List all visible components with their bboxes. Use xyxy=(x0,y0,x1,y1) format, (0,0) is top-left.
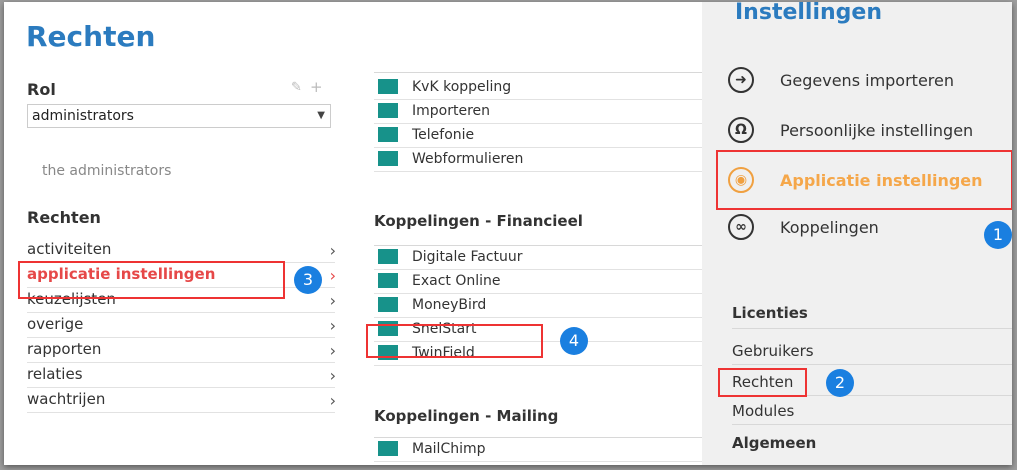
permission-toggle[interactable] xyxy=(378,151,398,166)
rights-heading: Rechten xyxy=(27,208,101,227)
add-plus-icon[interactable]: + xyxy=(310,78,323,96)
chevron-right-icon: › xyxy=(329,366,336,385)
licenties-heading: Licenties xyxy=(732,304,1012,329)
permission-label: Telefonie xyxy=(412,127,475,143)
rights-item-label: relaties xyxy=(27,365,83,383)
chevron-right-icon: › xyxy=(329,291,336,310)
group-heading-financieel: Koppelingen - Financieel xyxy=(374,212,583,230)
permission-toggle[interactable] xyxy=(378,79,398,94)
rights-item-label: rapporten xyxy=(27,340,102,358)
permission-item[interactable]: MailChimp xyxy=(374,438,702,462)
permission-item[interactable]: Exact Online xyxy=(374,270,702,294)
permissions-top-list: KvK koppeling Importeren Telefonie Webfo… xyxy=(374,76,702,172)
callout-badge-2: 2 xyxy=(826,369,854,397)
permission-toggle[interactable] xyxy=(378,297,398,312)
rol-select-value: administrators xyxy=(32,108,134,124)
settings-item-label: Gegevens importeren xyxy=(780,71,954,90)
permission-label: Webformulieren xyxy=(412,151,524,167)
page-title: Rechten xyxy=(26,20,156,53)
chevron-down-icon: ▼ xyxy=(317,110,325,121)
algemeen-heading: Algemeen xyxy=(732,434,817,452)
permission-item[interactable]: Telefonie xyxy=(374,124,702,148)
licenties-link-gebruikers[interactable]: Gebruikers xyxy=(732,342,1012,365)
rights-item-activiteiten[interactable]: activiteiten › xyxy=(27,238,336,263)
rol-select[interactable]: administrators ▼ xyxy=(27,104,331,128)
callout-badge-4: 4 xyxy=(560,327,588,355)
permission-label: Importeren xyxy=(412,103,491,119)
permission-toggle[interactable] xyxy=(378,273,398,288)
permission-label: MailChimp xyxy=(412,441,486,457)
permission-item[interactable]: Webformulieren xyxy=(374,148,702,172)
user-circle-icon: Ω xyxy=(728,117,754,143)
rights-item-wachtrijen[interactable]: wachtrijen › xyxy=(27,388,336,413)
rights-item-overige[interactable]: overige › xyxy=(27,313,336,338)
permission-label: KvK koppeling xyxy=(412,79,512,95)
permission-toggle[interactable] xyxy=(378,127,398,142)
settings-title: Instellingen xyxy=(735,2,882,25)
group-heading-mailing: Koppelingen - Mailing xyxy=(374,407,559,425)
settings-panel: Instellingen ➜ Gegevens importeren Ω Per… xyxy=(702,2,1012,465)
permission-item[interactable]: Digitale Factuur xyxy=(374,246,702,270)
permission-label: Digitale Factuur xyxy=(412,249,523,265)
arrow-right-circle-icon: ➜ xyxy=(728,67,754,93)
highlight-box-applicatie-instellingen-panel xyxy=(716,150,1012,210)
divider xyxy=(374,72,702,73)
link-circle-icon: ∞ xyxy=(728,214,754,240)
permission-toggle[interactable] xyxy=(378,103,398,118)
permission-item[interactable]: KvK koppeling xyxy=(374,76,702,100)
rol-description: the administrators xyxy=(42,163,172,179)
highlight-box-snelstart xyxy=(366,324,543,358)
callout-badge-1: 1 xyxy=(984,221,1012,249)
chevron-right-icon: › xyxy=(329,341,336,360)
permission-label: MoneyBird xyxy=(412,297,487,313)
edit-pencil-icon[interactable]: ✎ xyxy=(291,80,302,95)
permission-item xyxy=(374,462,702,465)
rights-item-rapporten[interactable]: rapporten › xyxy=(27,338,336,363)
highlight-box-rechten xyxy=(718,368,807,397)
permission-toggle[interactable] xyxy=(378,441,398,456)
rights-item-label: overige xyxy=(27,315,84,333)
chevron-right-icon: › xyxy=(329,391,336,410)
callout-badge-3: 3 xyxy=(294,266,322,294)
chevron-right-icon: › xyxy=(329,266,336,285)
rights-item-label: wachtrijen xyxy=(27,390,106,408)
highlight-box-applicatie-instellingen xyxy=(18,261,285,299)
permission-toggle[interactable] xyxy=(378,249,398,264)
permission-item[interactable]: MoneyBird xyxy=(374,294,702,318)
permissions-mailing-list: MailChimp xyxy=(374,437,702,465)
chevron-right-icon: › xyxy=(329,316,336,335)
chevron-right-icon: › xyxy=(329,241,336,260)
rights-item-label: activiteiten xyxy=(27,240,112,258)
settings-item-label: Persoonlijke instellingen xyxy=(780,121,974,140)
permission-label: Exact Online xyxy=(412,273,501,289)
rights-item-relaties[interactable]: relaties › xyxy=(27,363,336,388)
app-window: Rechten Rol ✎ + administrators ▼ the adm… xyxy=(4,2,1012,465)
licenties-link-modules[interactable]: Modules xyxy=(732,402,1012,425)
permission-item[interactable]: Importeren xyxy=(374,100,702,124)
rol-label: Rol xyxy=(27,80,56,99)
settings-item-label: Koppelingen xyxy=(780,218,879,237)
